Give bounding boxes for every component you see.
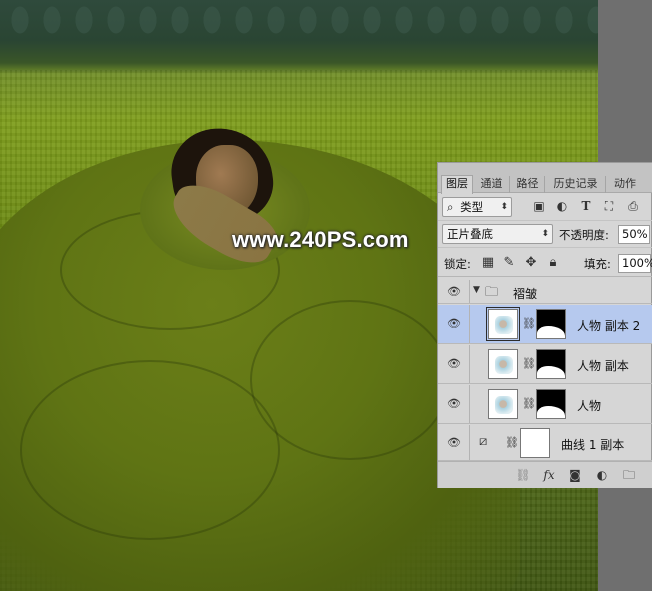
quilt-fold xyxy=(250,300,450,460)
image-filter-icon[interactable]: ▣ xyxy=(532,199,546,213)
new-group-icon[interactable]: 🗀 xyxy=(620,466,638,484)
lock-image-pixels-icon[interactable]: ✎ xyxy=(501,255,517,271)
layer-name: 人物 副本 2 xyxy=(577,319,641,333)
layer-thumbnail[interactable] xyxy=(488,389,518,419)
quilt-fold xyxy=(20,360,280,540)
layer-name: 人物 副本 xyxy=(577,359,629,373)
smart-object-filter-icon[interactable]: ⎙ xyxy=(626,199,640,213)
link-icon[interactable]: ⛓︎ xyxy=(505,436,519,449)
updown-arrow-icon: ⬍ xyxy=(500,202,508,212)
visibility-toggle[interactable]: 👁︎ xyxy=(438,385,470,423)
tab-channels[interactable]: 通道 xyxy=(474,176,510,193)
visibility-toggle[interactable]: 👁︎ xyxy=(438,280,470,303)
filter-kind-select[interactable]: ⌕ 类型 ⬍ xyxy=(442,197,512,217)
curves-adjustment-icon[interactable]: ⧄ xyxy=(479,434,487,449)
eye-icon: 👁︎ xyxy=(447,357,461,370)
layer-row[interactable]: 👁︎ ⛓︎ 人物 xyxy=(438,385,652,424)
link-icon[interactable]: ⛓︎ xyxy=(522,357,536,370)
eye-icon: 👁︎ xyxy=(447,285,461,298)
tree-texture xyxy=(0,0,598,60)
shape-filter-icon[interactable]: ⛶ xyxy=(602,199,616,213)
layer-name: 褶皱 xyxy=(513,287,538,301)
opacity-input[interactable]: 50% xyxy=(618,225,650,244)
thumbnail-selection-frame xyxy=(486,307,520,341)
lock-position-icon[interactable]: ✥ xyxy=(523,255,539,271)
search-icon: ⌕ xyxy=(447,200,454,214)
layer-row[interactable]: 👁︎ ⛓︎ 人物 副本 xyxy=(438,345,652,384)
layer-thumbnail[interactable] xyxy=(488,349,518,379)
link-icon[interactable]: ⛓︎ xyxy=(522,317,536,330)
folder-icon: 🗀 xyxy=(485,285,499,300)
lock-label: 锁定: xyxy=(444,257,471,271)
layer-mask-thumbnail[interactable] xyxy=(536,349,566,379)
lock-all-icon[interactable]: 🔒︎ xyxy=(545,255,561,271)
tab-paths[interactable]: 路径 xyxy=(511,176,545,193)
layer-list: 👁︎ ▼ 🗀 褶皱 👁︎ ⛓︎ 人物 副本 2 👁︎ ⛓︎ 人物 副本 👁︎ ⛓… xyxy=(438,280,652,461)
disclosure-triangle-icon[interactable]: ▼ xyxy=(473,285,480,295)
visibility-toggle[interactable]: 👁︎ xyxy=(438,425,470,460)
fx-icon[interactable]: fx xyxy=(540,466,558,484)
visibility-toggle[interactable]: 👁︎ xyxy=(438,305,470,343)
eye-icon: 👁︎ xyxy=(447,397,461,410)
layer-mask-thumbnail[interactable] xyxy=(536,389,566,419)
tab-actions[interactable]: 动作 xyxy=(607,176,643,193)
updown-arrow-icon: ⬍ xyxy=(541,229,549,239)
lock-row: 锁定: ▦ ✎ ✥ 🔒︎ 填充: 100% xyxy=(438,247,652,277)
layer-row-group[interactable]: 👁︎ ▼ 🗀 褶皱 xyxy=(438,280,652,304)
opacity-label: 不透明度: xyxy=(559,228,609,242)
panel-bottom-toolbar: ⛓︎ fx ◙ ◐ 🗀 xyxy=(438,461,652,488)
tab-history[interactable]: 历史记录 xyxy=(546,176,606,193)
layer-row-adjustment[interactable]: 👁︎ ⧄ ⛓︎ 曲线 1 副本 xyxy=(438,425,652,461)
eye-icon: 👁︎ xyxy=(447,317,461,330)
link-icon[interactable]: ⛓︎ xyxy=(522,397,536,410)
link-layers-icon[interactable]: ⛓︎ xyxy=(514,466,532,484)
layer-name: 人物 xyxy=(577,399,602,413)
blend-mode-value: 正片叠底 xyxy=(447,227,493,241)
layer-mask-thumbnail[interactable] xyxy=(520,428,550,458)
lock-transparent-pixels-icon[interactable]: ▦ xyxy=(480,255,496,271)
new-adjustment-icon[interactable]: ◐ xyxy=(593,466,611,484)
tab-layers[interactable]: 图层 xyxy=(441,175,473,194)
layer-row-selected[interactable]: 👁︎ ⛓︎ 人物 副本 2 xyxy=(438,305,652,344)
fill-input[interactable]: 100% xyxy=(618,254,652,273)
layer-mask-thumbnail[interactable] xyxy=(536,309,566,339)
watermark: www.240PS.com xyxy=(232,227,409,252)
filter-kind-label: 类型 xyxy=(460,200,484,214)
type-filter-icon[interactable]: T xyxy=(579,199,593,213)
panel-tabs: 图层 通道 路径 历史记录 动作 xyxy=(438,163,652,194)
add-mask-icon[interactable]: ◙ xyxy=(566,466,584,484)
layers-panel: 图层 通道 路径 历史记录 动作 ⌕ 类型 ⬍ ▣ ◐ T ⛶ ⎙ 正片叠底 ⬍… xyxy=(437,162,652,488)
blend-mode-select[interactable]: 正片叠底 ⬍ xyxy=(442,224,553,244)
blend-row: 正片叠底 ⬍ 不透明度: 50% xyxy=(438,220,652,246)
eye-icon: 👁︎ xyxy=(447,436,461,449)
visibility-toggle[interactable]: 👁︎ xyxy=(438,345,470,383)
layer-name: 曲线 1 副本 xyxy=(561,438,625,452)
fill-label: 填充: xyxy=(584,257,611,271)
adjustment-filter-icon[interactable]: ◐ xyxy=(555,199,569,213)
